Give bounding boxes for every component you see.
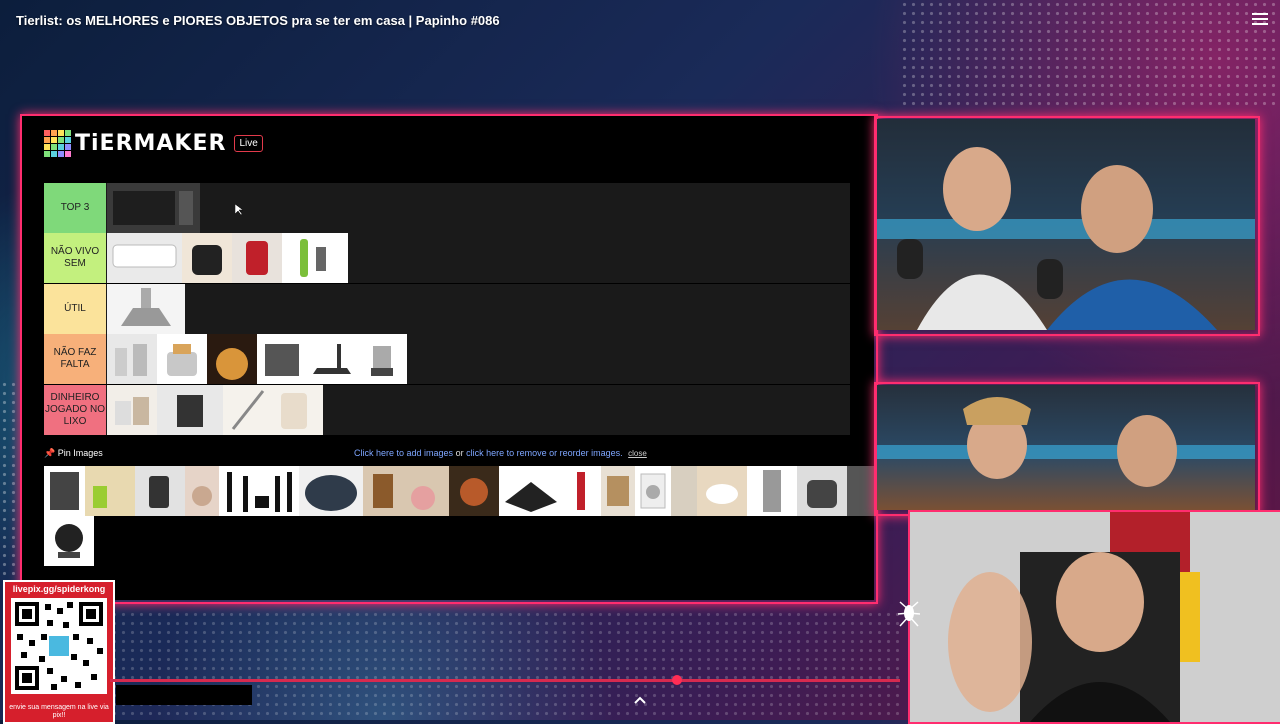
pool-item-dishwasher[interactable] [44,466,85,516]
qr-code [11,598,107,694]
tier-label-dinheiro-jogado[interactable]: DINHEIRO JOGADO NO LIXO [44,385,106,435]
tier-item-air-fryer[interactable] [182,233,232,283]
tier-row-nao-vivo-sem: NÃO VIVO SEM [44,233,850,283]
pool-item-waffle-maker[interactable] [44,516,94,566]
reorder-images-link[interactable]: click here to remove or reorder images. [466,448,623,458]
tier-item-appliance-set[interactable] [107,385,157,435]
video-progress-bar[interactable] [110,679,900,682]
close-link[interactable]: close [628,449,647,458]
tier-item-espresso-machine[interactable] [257,334,307,384]
tier-item-juicer[interactable] [157,385,223,435]
tier-label-nao-vivo-sem[interactable]: NÃO VIVO SEM [44,233,106,283]
tier-row-nao-faz-falta: NÃO FAZ FALTA [44,334,850,384]
tier-item-blender[interactable] [357,334,407,384]
tiermaker-logo[interactable]: TiERMAKER Live [44,130,263,157]
pool-item-cabinet[interactable] [671,466,697,516]
pin-images-label: Pin Images [57,448,103,458]
chevron-up-icon[interactable] [632,692,648,708]
or-text: or [453,448,467,458]
tier-item-milk-frother[interactable] [223,385,323,435]
pin-links: Click here to add images or click here t… [354,448,647,458]
live-badge: Live [234,135,263,152]
webcam-streamer [908,510,1280,724]
tier-item-trimmer[interactable] [282,233,348,283]
playlist-icon[interactable] [1252,10,1268,26]
tier-item-coffee-machine[interactable] [232,233,282,283]
pin-icon: 📌 [44,448,56,458]
tier-label-nao-faz-falta[interactable]: NÃO FAZ FALTA [44,334,106,384]
qr-url-text: livepix.gg/spiderkong [12,584,106,594]
camera-feed-top [877,119,1255,330]
tiermaker-panel: TiERMAKER Live TOP 3 NÃO VIVO SEM ÚTIL N… [22,116,874,600]
pin-images-bar: 📌 Pin Images Click here to add images or… [44,446,850,462]
message-bar [116,685,252,705]
tier-label-top3[interactable]: TOP 3 [44,183,106,233]
tier-item-range-hood[interactable] [107,284,185,334]
tier-label-util[interactable]: ÚTIL [44,284,106,334]
tier-item-air-conditioner[interactable] [107,233,182,283]
pool-item-washing-machine[interactable] [635,466,671,516]
pool-item-humidifier[interactable] [185,466,219,516]
pin-images-button[interactable]: 📌 Pin Images [44,448,103,459]
tier-item-treadmill[interactable] [307,334,357,384]
video-progress-scrubber[interactable] [672,675,682,685]
pool-item-iron[interactable] [697,466,747,516]
spider-logo-icon [898,601,920,627]
tier-item-kitchen-set[interactable] [107,334,157,384]
pix-qr-overlay: livepix.gg/spiderkong envie sua mensagem… [3,580,115,724]
pool-item-kitchen[interactable] [85,466,135,516]
pool-item-home-theater[interactable] [219,466,299,516]
tier-item-toaster[interactable] [157,334,207,384]
pool-item-cooktop[interactable] [499,466,563,516]
pool-item-extra[interactable] [847,466,874,516]
pool-item-hand-blender[interactable] [563,466,601,516]
camera-feed-middle [877,385,1255,510]
add-images-link[interactable]: Click here to add images [354,448,453,458]
tier-row-top3: TOP 3 [44,183,850,233]
pool-item-grill-food[interactable] [449,466,499,516]
tiermaker-logo-text: TiERMAKER [75,131,227,156]
qr-message-text: envie sua mensagem na live via pix!! [9,704,109,719]
pool-item-shelf[interactable] [601,466,635,516]
background-dots-top-right [900,0,1280,110]
pool-item-massage-chair[interactable] [797,466,847,516]
tiermaker-grid-icon [44,130,71,157]
tier-item-microwave[interactable] [107,183,200,233]
tier-row-dinheiro-jogado: DINHEIRO JOGADO NO LIXO [44,385,850,435]
pool-item-refrigerator[interactable] [747,466,797,516]
pool-item-smart-speaker[interactable] [299,466,363,516]
pool-item-slicer[interactable] [363,466,449,516]
tier-row-util: ÚTIL [44,284,850,334]
mouse-cursor-icon [235,204,243,216]
video-title[interactable]: Tierlist: os MELHORES e PIORES OBJETOS p… [16,13,500,28]
pool-item-speaker[interactable] [135,466,185,516]
tier-item-pizza[interactable] [207,334,257,384]
